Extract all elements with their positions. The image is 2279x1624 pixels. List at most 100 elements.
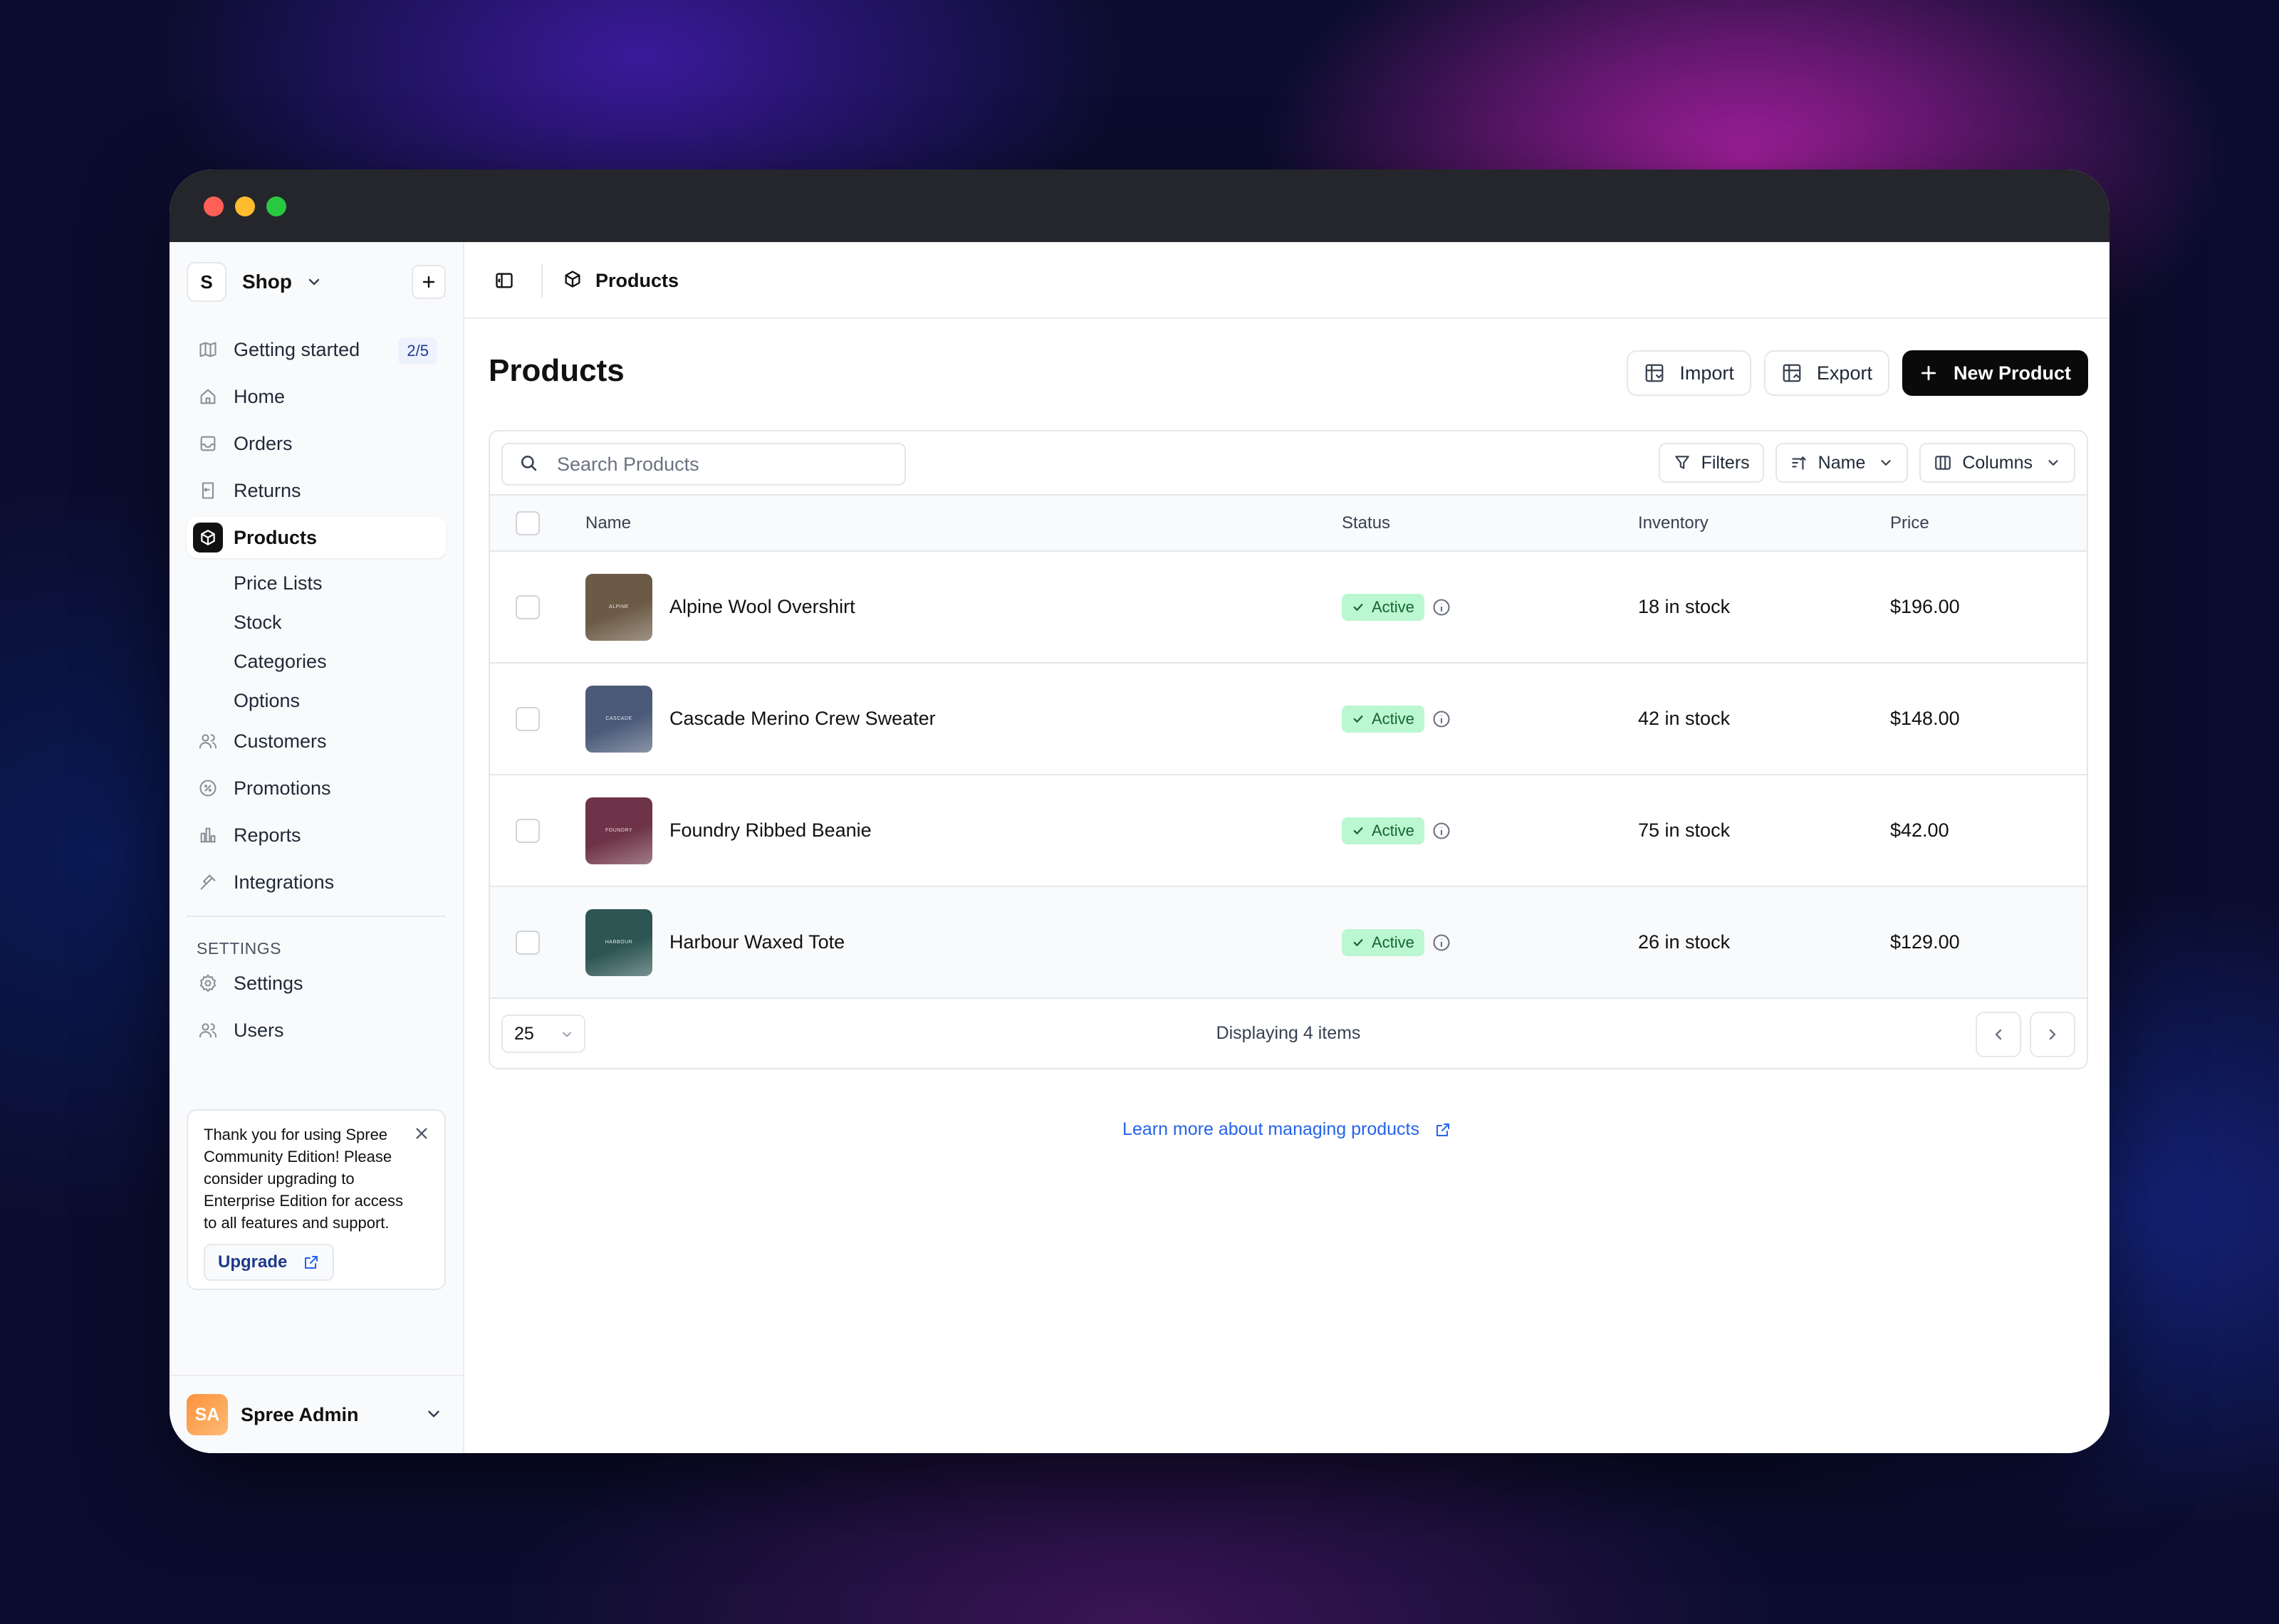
- row-checkbox[interactable]: [516, 706, 540, 731]
- sort-icon: [1790, 454, 1808, 472]
- search-input[interactable]: [557, 453, 870, 476]
- product-name-link[interactable]: Harbour Waxed Tote: [669, 931, 845, 953]
- column-header-price[interactable]: Price: [1890, 496, 2087, 551]
- nav-item-integrations[interactable]: Integrations: [187, 861, 446, 903]
- status-label: Active: [1372, 597, 1414, 616]
- nav-label: Returns: [234, 479, 301, 501]
- row-checkbox[interactable]: [516, 818, 540, 843]
- info-icon[interactable]: [1431, 821, 1451, 841]
- package-icon: [193, 523, 223, 552]
- home-icon: [197, 385, 219, 408]
- nav-item-home[interactable]: Home: [187, 376, 446, 417]
- table-row[interactable]: ALPINE Alpine Wool Overshirt Active 18 i…: [490, 551, 2087, 663]
- check-icon: [1352, 713, 1365, 725]
- nav-item-customers[interactable]: Customers: [187, 721, 446, 762]
- nav-subitem-stock[interactable]: Stock: [187, 603, 446, 642]
- nav-subitem-options[interactable]: Options: [187, 681, 446, 721]
- nav-item-returns[interactable]: Returns: [187, 470, 446, 511]
- main-nav: Getting started 2/5 Home Orders Returns …: [187, 329, 446, 1057]
- search-icon: [518, 453, 538, 476]
- product-cell: CASCADE Cascade Merino Crew Sweater: [585, 685, 1342, 753]
- table-row[interactable]: CASCADE Cascade Merino Crew Sweater Acti…: [490, 663, 2087, 775]
- nav-item-orders[interactable]: Orders: [187, 423, 446, 464]
- column-header-inventory[interactable]: Inventory: [1638, 496, 1890, 551]
- new-product-label: New Product: [1953, 362, 2071, 384]
- status-cell: Active: [1342, 928, 1451, 956]
- inventory-cell: 26 in stock: [1638, 931, 1731, 953]
- column-header-status[interactable]: Status: [1342, 496, 1638, 551]
- inventory-cell: 75 in stock: [1638, 819, 1731, 841]
- columns-button[interactable]: Columns: [1919, 443, 2075, 483]
- close-icon[interactable]: [412, 1123, 432, 1143]
- nav-item-users[interactable]: Users: [187, 1010, 446, 1051]
- table-row[interactable]: FOUNDRY Foundry Ribbed Beanie Active 75 …: [490, 775, 2087, 886]
- row-checkbox[interactable]: [516, 930, 540, 955]
- settings-section-title: SETTINGS: [197, 938, 282, 958]
- learn-more-label: Learn more about managing products: [1122, 1119, 1419, 1139]
- nav-label: Products: [234, 526, 318, 548]
- window-titlebar: [170, 169, 2109, 242]
- sidebar: S Shop Getting started 2/5 Home Orders R…: [170, 242, 464, 1453]
- table-row[interactable]: HARBOUR Harbour Waxed Tote Active 26 in …: [490, 886, 2087, 998]
- chevron-down-icon: [424, 1405, 443, 1427]
- nav-label: Reports: [234, 824, 301, 846]
- nav-label: Settings: [234, 972, 303, 994]
- info-icon[interactable]: [1431, 597, 1451, 617]
- product-cell: HARBOUR Harbour Waxed Tote: [585, 908, 1342, 976]
- chevron-down-icon: [2045, 455, 2061, 471]
- nav-subitem-categories[interactable]: Categories: [187, 642, 446, 681]
- nav-item-products[interactable]: Products: [187, 517, 446, 558]
- product-name-link[interactable]: Alpine Wool Overshirt: [669, 596, 855, 618]
- search-box[interactable]: [501, 443, 906, 486]
- sort-label: Name: [1818, 452, 1866, 473]
- close-window-button[interactable]: [204, 197, 224, 216]
- filters-button[interactable]: Filters: [1658, 443, 1764, 483]
- next-page-button[interactable]: [2030, 1012, 2075, 1057]
- minimize-window-button[interactable]: [235, 197, 255, 216]
- user-menu[interactable]: SA Spree Admin: [170, 1375, 463, 1453]
- nav-item-promotions[interactable]: Promotions: [187, 768, 446, 809]
- select-all-checkbox[interactable]: [516, 510, 540, 535]
- breadcrumb: Products: [563, 265, 679, 296]
- column-header-name[interactable]: Name: [585, 496, 1342, 551]
- sidebar-toggle-icon[interactable]: [493, 269, 516, 292]
- table-body: ALPINE Alpine Wool Overshirt Active 18 i…: [490, 551, 2087, 998]
- import-button[interactable]: Import: [1627, 350, 1751, 396]
- chevron-left-icon: [1995, 1029, 2002, 1040]
- sidebar-divider: [187, 916, 446, 917]
- row-checkbox[interactable]: [516, 594, 540, 619]
- table-footer: 25 Displaying 4 items: [490, 999, 2087, 1068]
- nav-item-settings[interactable]: Settings: [187, 963, 446, 1004]
- user-name: Spree Admin: [241, 1403, 359, 1425]
- info-icon[interactable]: [1431, 933, 1451, 953]
- export-button[interactable]: Export: [1763, 350, 1889, 396]
- product-name-link[interactable]: Foundry Ribbed Beanie: [669, 819, 872, 842]
- app-window: S Shop Getting started 2/5 Home Orders R…: [170, 169, 2109, 1453]
- top-bar: Products: [464, 242, 2109, 319]
- store-switcher[interactable]: S Shop: [187, 262, 446, 302]
- previous-page-button[interactable]: [1976, 1012, 2021, 1057]
- upgrade-button[interactable]: Upgrade: [204, 1244, 335, 1281]
- sort-button[interactable]: Name: [1775, 443, 1909, 483]
- learn-more-link[interactable]: Learn more about managing products: [464, 1119, 2109, 1140]
- item-count: Displaying 4 items: [1216, 1023, 1361, 1043]
- progress-badge: 2/5: [398, 337, 437, 365]
- status-badge: Active: [1342, 593, 1424, 621]
- product-cell: ALPINE Alpine Wool Overshirt: [585, 573, 1342, 641]
- status-cell: Active: [1342, 817, 1451, 844]
- discount-icon: [197, 777, 219, 800]
- info-icon[interactable]: [1431, 709, 1451, 729]
- nav-item-getting-started[interactable]: Getting started 2/5: [187, 329, 446, 370]
- filters-label: Filters: [1701, 452, 1750, 473]
- nav-label: Users: [234, 1019, 284, 1041]
- receipt-return-icon: [197, 479, 219, 502]
- zoom-window-button[interactable]: [266, 197, 286, 216]
- import-label: Import: [1679, 362, 1734, 384]
- status-badge: Active: [1342, 817, 1424, 844]
- product-name-link[interactable]: Cascade Merino Crew Sweater: [669, 708, 936, 730]
- status-label: Active: [1372, 709, 1414, 728]
- new-product-button[interactable]: New Product: [1902, 350, 2088, 396]
- nav-subitem-price-lists[interactable]: Price Lists: [187, 564, 446, 603]
- add-store-button[interactable]: [412, 265, 446, 299]
- nav-item-reports[interactable]: Reports: [187, 814, 446, 856]
